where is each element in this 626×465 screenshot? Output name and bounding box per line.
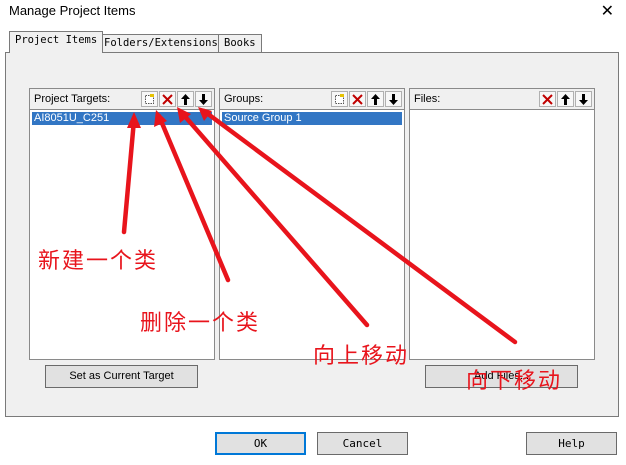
delete-icon	[352, 93, 363, 105]
annotation-new-class: 新建一个类	[38, 249, 159, 274]
tab-folders-extensions[interactable]: Folders/Extensions	[98, 34, 224, 52]
move-file-up-button[interactable]	[557, 91, 574, 107]
delete-icon	[162, 93, 173, 105]
move-group-down-button[interactable]	[385, 91, 402, 107]
files-list[interactable]	[409, 110, 595, 360]
files-header: Files:	[409, 88, 595, 110]
files-toolbar	[539, 91, 592, 107]
ok-button[interactable]: OK	[215, 432, 306, 455]
up-arrow-icon	[181, 93, 190, 105]
tab-books[interactable]: Books	[218, 34, 262, 52]
project-targets-label: Project Targets:	[34, 93, 111, 105]
down-arrow-icon	[199, 93, 208, 105]
set-current-target-button[interactable]: Set as Current Target	[45, 365, 198, 388]
delete-group-button[interactable]	[349, 91, 366, 107]
up-arrow-icon	[371, 93, 380, 105]
move-group-up-button[interactable]	[367, 91, 384, 107]
new-target-button[interactable]	[141, 91, 158, 107]
groups-label: Groups:	[224, 93, 264, 105]
cancel-button[interactable]: Cancel	[317, 432, 408, 455]
project-targets-header: Project Targets:	[29, 88, 215, 110]
down-arrow-icon	[579, 93, 588, 105]
delete-target-button[interactable]	[159, 91, 176, 107]
move-file-down-button[interactable]	[575, 91, 592, 107]
annotation-move-down: 向下移动	[466, 369, 563, 394]
annotation-delete-class: 删除一个类	[140, 311, 261, 336]
tab-project-items[interactable]: Project Items	[9, 31, 104, 53]
help-button[interactable]: Help	[526, 432, 617, 455]
move-target-down-button[interactable]	[195, 91, 212, 107]
window-title: Manage Project Items	[9, 3, 136, 18]
project-targets-toolbar	[141, 91, 212, 107]
annotation-move-up: 向上移动	[313, 344, 410, 369]
down-arrow-icon	[389, 93, 398, 105]
close-icon[interactable]: ✕	[601, 1, 614, 21]
list-item[interactable]: AI8051U_C251	[32, 112, 212, 125]
new-icon	[145, 93, 154, 104]
files-label: Files:	[414, 93, 441, 105]
delete-file-button[interactable]	[539, 91, 556, 107]
groups-toolbar	[331, 91, 402, 107]
groups-header: Groups:	[219, 88, 405, 110]
delete-icon	[542, 93, 553, 105]
move-target-up-button[interactable]	[177, 91, 194, 107]
list-item[interactable]: Source Group 1	[222, 112, 402, 125]
new-icon	[335, 93, 344, 104]
title-bar: Manage Project Items ✕	[0, 0, 626, 24]
up-arrow-icon	[561, 93, 570, 105]
tab-strip: Project Items Folders/Extensions Books	[0, 31, 626, 53]
new-group-button[interactable]	[331, 91, 348, 107]
